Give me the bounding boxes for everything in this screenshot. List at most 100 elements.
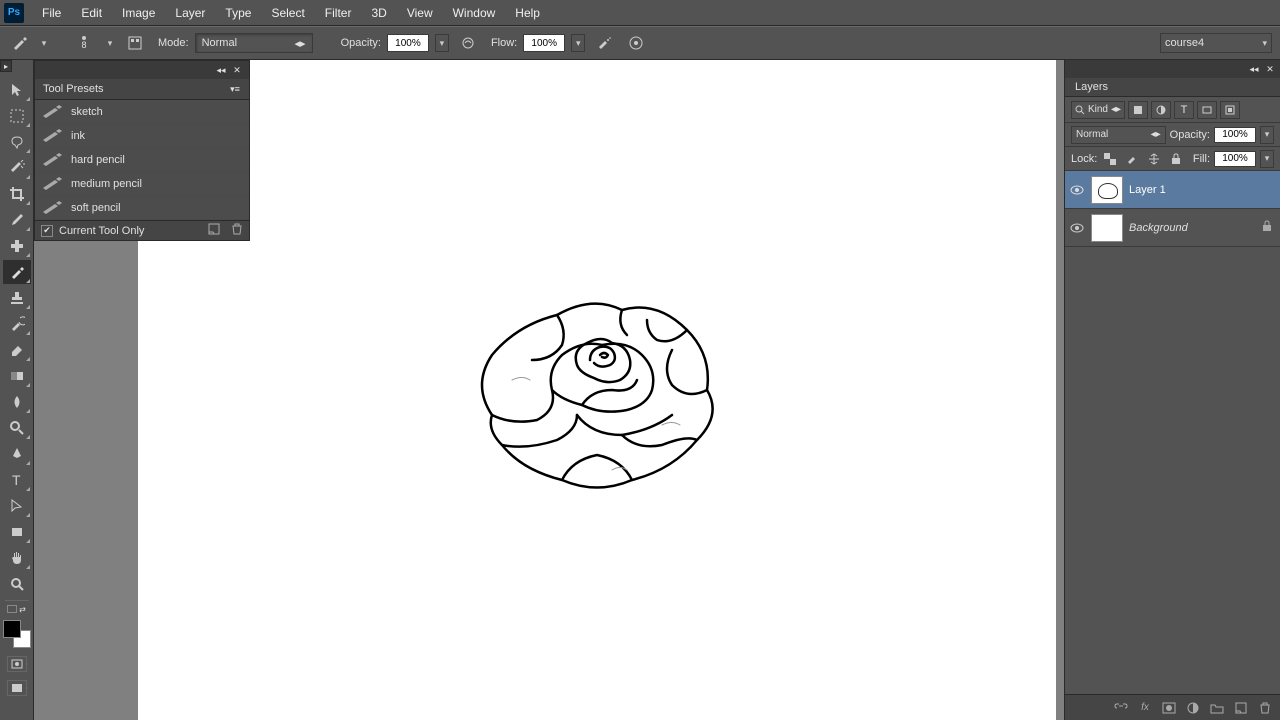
lock-all-icon[interactable]	[1167, 151, 1185, 167]
healing-tool[interactable]	[3, 234, 31, 258]
fill-input[interactable]: 100%	[1214, 151, 1256, 167]
layer-row-background[interactable]: Background	[1065, 209, 1280, 247]
blur-tool[interactable]	[3, 390, 31, 414]
opacity-input[interactable]: 100%	[387, 34, 429, 52]
lock-pixels-icon[interactable]	[1123, 151, 1141, 167]
preset-sketch[interactable]: sketch	[35, 100, 249, 124]
path-select-tool[interactable]	[3, 494, 31, 518]
flow-label: Flow:	[491, 37, 517, 49]
menu-file[interactable]: File	[32, 2, 71, 24]
collapse-icon[interactable]: ◂◂	[1248, 63, 1260, 75]
quickmask-toggle[interactable]	[7, 656, 27, 672]
lock-position-icon[interactable]	[1145, 151, 1163, 167]
new-layer-icon[interactable]	[1230, 699, 1252, 717]
type-tool[interactable]: T	[3, 468, 31, 492]
brush-size-dropdown[interactable]	[104, 38, 116, 49]
panel-menu-icon[interactable]: ▾≡	[229, 83, 241, 95]
preset-hard-pencil[interactable]: hard pencil	[35, 148, 249, 172]
menu-image[interactable]: Image	[112, 2, 165, 24]
menu-select[interactable]: Select	[261, 2, 314, 24]
menu-3d[interactable]: 3D	[361, 2, 396, 24]
blend-mode-select[interactable]: Normal◂▸	[195, 33, 313, 53]
preset-soft-pencil[interactable]: soft pencil	[35, 196, 249, 220]
link-layers-icon[interactable]	[1110, 699, 1132, 717]
tool-preset-dropdown[interactable]	[38, 38, 50, 49]
layer-blend-select[interactable]: Normal◂▸	[1071, 126, 1166, 144]
close-icon[interactable]: ✕	[1264, 63, 1276, 75]
tool-preset-icon[interactable]	[8, 31, 32, 55]
main-area: ▸ T ⇄ ◂◂	[0, 60, 1280, 720]
wand-tool[interactable]	[3, 156, 31, 180]
color-swatches[interactable]	[3, 620, 31, 648]
flow-slider[interactable]	[571, 34, 585, 52]
history-brush-tool[interactable]	[3, 312, 31, 336]
menu-filter[interactable]: Filter	[315, 2, 362, 24]
presets-title: Tool Presets ▾≡	[35, 79, 249, 100]
new-group-icon[interactable]	[1206, 699, 1228, 717]
layer-opacity-slider[interactable]	[1260, 126, 1274, 144]
opacity-slider[interactable]	[435, 34, 449, 52]
layer-opacity-input[interactable]: 100%	[1214, 127, 1256, 143]
hand-tool[interactable]	[3, 546, 31, 570]
gradient-tool[interactable]	[3, 364, 31, 388]
zoom-tool[interactable]	[3, 572, 31, 596]
delete-preset-icon[interactable]	[231, 223, 243, 238]
pressure-opacity-icon[interactable]	[455, 30, 481, 56]
pen-tool[interactable]	[3, 442, 31, 466]
menu-window[interactable]: Window	[443, 2, 506, 24]
airbrush-icon[interactable]	[591, 30, 617, 56]
filter-kind-select[interactable]: Kind◂▸	[1071, 101, 1125, 119]
new-preset-icon[interactable]	[207, 223, 221, 238]
brush-preview[interactable]: 8	[70, 36, 98, 50]
layers-tab[interactable]: Layers	[1065, 78, 1280, 97]
pressure-size-icon[interactable]	[623, 30, 649, 56]
filter-smart-icon[interactable]	[1220, 101, 1240, 119]
current-tool-only-checkbox[interactable]: ✔	[41, 225, 53, 237]
dodge-tool[interactable]	[3, 416, 31, 440]
adjustment-layer-icon[interactable]	[1182, 699, 1204, 717]
rectangle-tool[interactable]	[3, 520, 31, 544]
move-tool[interactable]	[3, 78, 31, 102]
eyedropper-tool[interactable]	[3, 208, 31, 232]
brush-panel-toggle[interactable]	[122, 30, 148, 56]
crop-tool[interactable]	[3, 182, 31, 206]
presets-panel-header: ◂◂ ✕	[35, 61, 249, 79]
close-icon[interactable]: ✕	[231, 64, 243, 76]
menu-view[interactable]: View	[397, 2, 443, 24]
menu-type[interactable]: Type	[215, 2, 261, 24]
flow-input[interactable]: 100%	[523, 34, 565, 52]
preset-medium-pencil[interactable]: medium pencil	[35, 172, 249, 196]
layer-row-layer1[interactable]: Layer 1	[1065, 171, 1280, 209]
brush-tool[interactable]	[3, 260, 31, 284]
screenmode-toggle[interactable]	[7, 680, 27, 696]
lock-transparency-icon[interactable]	[1101, 151, 1119, 167]
expand-panels-icon[interactable]: ▸	[0, 60, 12, 72]
foreground-color[interactable]	[3, 620, 21, 638]
filter-pixel-icon[interactable]	[1128, 101, 1148, 119]
visibility-icon[interactable]	[1069, 185, 1085, 195]
layers-panel-header: ◂◂ ✕	[1065, 60, 1280, 78]
marquee-tool[interactable]	[3, 104, 31, 128]
layer-fx-icon[interactable]: fx	[1134, 699, 1156, 717]
menu-layer[interactable]: Layer	[165, 2, 215, 24]
visibility-icon[interactable]	[1069, 223, 1085, 233]
preset-ink[interactable]: ink	[35, 124, 249, 148]
lasso-tool[interactable]	[3, 130, 31, 154]
filter-adjust-icon[interactable]	[1151, 101, 1171, 119]
eraser-tool[interactable]	[3, 338, 31, 362]
layers-filter-row: Kind◂▸ T	[1065, 97, 1280, 123]
document-tab[interactable]: course4	[1160, 33, 1272, 53]
delete-layer-icon[interactable]	[1254, 699, 1276, 717]
stamp-tool[interactable]	[3, 286, 31, 310]
layer-thumbnail	[1091, 214, 1123, 242]
layer-mask-icon[interactable]	[1158, 699, 1180, 717]
fill-slider[interactable]	[1260, 150, 1274, 168]
canvas[interactable]	[138, 60, 1056, 720]
filter-type-icon[interactable]: T	[1174, 101, 1194, 119]
collapse-icon[interactable]: ◂◂	[215, 64, 227, 76]
filter-shape-icon[interactable]	[1197, 101, 1217, 119]
menu-edit[interactable]: Edit	[71, 2, 112, 24]
menubar: Ps File Edit Image Layer Type Select Fil…	[0, 0, 1280, 26]
mode-label: Mode:	[158, 37, 189, 49]
menu-help[interactable]: Help	[505, 2, 550, 24]
